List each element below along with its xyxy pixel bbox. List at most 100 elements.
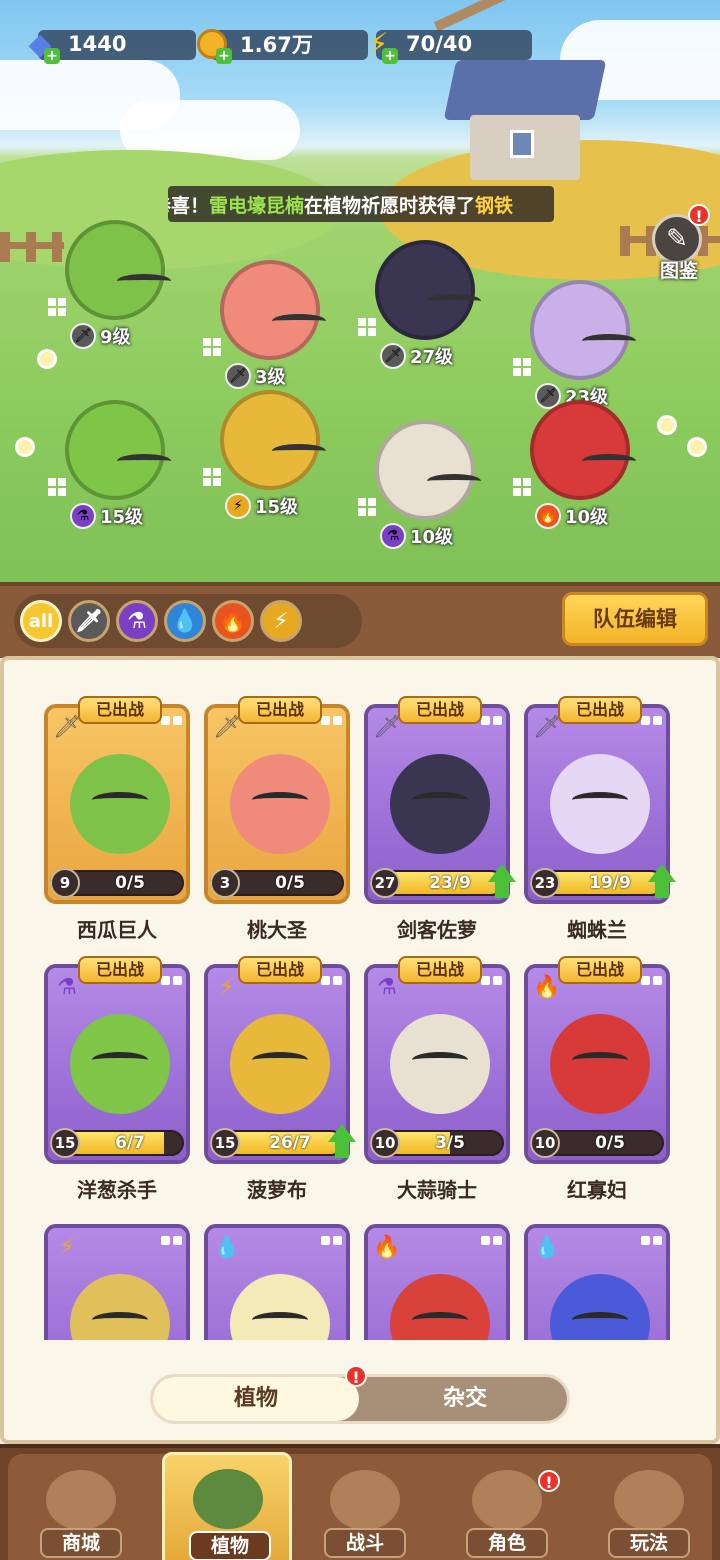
upgrade-arrow-icon[interactable] (324, 1124, 360, 1160)
potion-icon: ⚗ (127, 608, 147, 634)
fire-icon: 🔥 (219, 608, 247, 634)
plant-level: 15级 (255, 497, 299, 518)
dice-icon (641, 1236, 662, 1254)
card-progress-text: 0/5 (275, 873, 305, 893)
dice-icon (161, 716, 182, 734)
plant-level: 10级 (410, 527, 454, 548)
plant-avatar (220, 260, 326, 360)
card-level: 10 (370, 1128, 400, 1158)
card-name: 红寡妇 (567, 1178, 627, 1202)
card-name: 大蒜骑士 (397, 1178, 477, 1202)
deployed-tag: 已出战 (238, 696, 322, 724)
plant-card[interactable]: 🗡 已出战 27 23/9 剑客佐萝 (364, 696, 516, 942)
nav-tab-battle[interactable]: 战斗 (300, 1466, 430, 1560)
field-plant[interactable]: ⚡ 15级 (195, 380, 345, 540)
plant-card[interactable]: 💧 (524, 1224, 670, 1340)
plant-portrait (70, 754, 170, 854)
nav-label: 角色 (466, 1528, 548, 1558)
tab-hybrid[interactable]: 杂交 (363, 1377, 567, 1421)
field-plant[interactable]: ⚗ 10级 (350, 410, 500, 570)
plant-card[interactable]: 🗡 已出战 3 0/5 桃大圣 (204, 696, 350, 942)
plant-card[interactable]: 🔥 已出战 10 0/5 红寡妇 (524, 956, 670, 1202)
lightning-icon: ⚡ (225, 493, 251, 519)
plant-card[interactable]: 💧 (204, 1224, 350, 1340)
dice-icon (641, 716, 662, 734)
plant-portrait (550, 1014, 650, 1114)
card-level: 3 (210, 868, 240, 898)
nav-tab-gameplay[interactable]: 玩法 (584, 1466, 714, 1560)
diamond-value: 1440 (68, 32, 127, 56)
plant-card[interactable]: 🗡 已出战 23 19/9 蜘蛛兰 (524, 696, 676, 942)
shop-icon (46, 1470, 116, 1530)
field-plant[interactable]: 🗡 27级 (350, 230, 500, 390)
plant-level: 9级 (100, 327, 131, 348)
field-plant[interactable]: ⚗ 15级 (40, 390, 190, 550)
card-level: 23 (530, 868, 560, 898)
plant-card[interactable]: ⚡ (44, 1224, 190, 1340)
card-level: 9 (50, 868, 80, 898)
plant-avatar (65, 400, 171, 500)
filter-potion-button[interactable]: ⚗ (116, 600, 158, 642)
plant-level: 27级 (410, 347, 454, 368)
deployed-tag: 已出战 (238, 956, 322, 984)
banner-middle: 在植物祈愿时获得了 (304, 194, 476, 217)
potion-icon: ⚗ (380, 523, 406, 549)
sword-icon: 🗡 (70, 323, 96, 349)
plant-card[interactable]: ⚗ 已出战 15 6/7 洋葱杀手 (44, 956, 190, 1202)
slot-grid-icon (48, 298, 66, 316)
sword-icon: 🗡 (75, 608, 103, 634)
plant-card[interactable]: 🗡 已出战 9 0/5 西瓜巨人 (44, 696, 190, 942)
deployed-tag: 已出战 (398, 956, 482, 984)
upgrade-arrow-icon[interactable] (484, 864, 520, 900)
plant-card[interactable]: ⚡ 已出战 15 26/7 菠萝布 (204, 956, 356, 1202)
add-coin-icon[interactable]: + (216, 48, 232, 64)
filter-water-button[interactable]: 💧 (164, 600, 206, 642)
dice-icon (481, 976, 502, 994)
plant-avatar (220, 390, 326, 490)
notification-badge: ! (538, 1470, 560, 1492)
plant-portrait (390, 754, 490, 854)
bottom-nav: 商城 植物 战斗 角色! 玩法 (0, 1444, 720, 1560)
plant-card[interactable]: ⚗ 已出战 10 3/5 大蒜骑士 (364, 956, 510, 1202)
character-icon (472, 1470, 542, 1530)
fire-icon: 🔥 (535, 503, 561, 529)
upgrade-arrow-icon[interactable] (644, 864, 680, 900)
fire-icon: 🔥 (373, 1234, 401, 1260)
filter-all-button[interactable]: all (20, 600, 62, 642)
nav-tab-character[interactable]: 角色! (442, 1466, 572, 1560)
plant-avatar (375, 240, 481, 340)
filter-fire-button[interactable]: 🔥 (212, 600, 254, 642)
plant-card-grid[interactable]: 🗡 已出战 9 0/5 西瓜巨人 🗡 已出战 3 0/5 桃大圣 🗡 已出战 27 … (0, 668, 720, 1340)
dice-icon (481, 716, 502, 734)
nav-label: 玩法 (608, 1528, 690, 1558)
lightning-icon: ⚡ (59, 1234, 75, 1260)
nav-tab-plants[interactable]: 植物 (162, 1452, 292, 1560)
plant-hybrid-toggle[interactable]: 植物 杂交 ! (150, 1365, 570, 1424)
filter-sword-button[interactable]: 🗡 (68, 600, 110, 642)
nav-tab-shop[interactable]: 商城 (16, 1466, 146, 1560)
coin-counter[interactable]: + 1.67万 (190, 26, 368, 64)
card-progress-text: 0/5 (115, 873, 145, 893)
field-plant[interactable]: 🔥 10级 (505, 390, 655, 550)
plant-avatar (530, 400, 636, 500)
dice-icon (641, 976, 662, 994)
add-diamond-icon[interactable]: + (44, 48, 60, 64)
farmhouse (443, 40, 607, 180)
diamond-counter[interactable]: ◆ + 1440 (18, 26, 196, 64)
atlas-button[interactable]: ✎ 图鉴 ! (648, 204, 710, 284)
card-progress-text: 6/7 (115, 1133, 145, 1153)
tab-plants[interactable]: 植物 (153, 1377, 359, 1421)
filter-lightning-button[interactable]: ⚡ (260, 600, 302, 642)
flower (18, 440, 32, 454)
field-plant[interactable]: 🗡 9级 (40, 210, 190, 370)
dice-icon (321, 1236, 342, 1254)
card-name: 菠萝布 (247, 1178, 307, 1202)
deployed-tag: 已出战 (558, 696, 642, 724)
water-icon: 💧 (171, 608, 199, 634)
atlas-label: 图鉴 (659, 260, 698, 282)
add-energy-icon[interactable]: + (382, 48, 398, 64)
plant-card[interactable]: 🔥 (364, 1224, 510, 1340)
banner-player: 雷电壕昆楠 (209, 194, 305, 217)
energy-counter[interactable]: ⚡ + 70/40 (356, 26, 532, 64)
team-edit-button[interactable]: 队伍编辑 (562, 592, 708, 646)
